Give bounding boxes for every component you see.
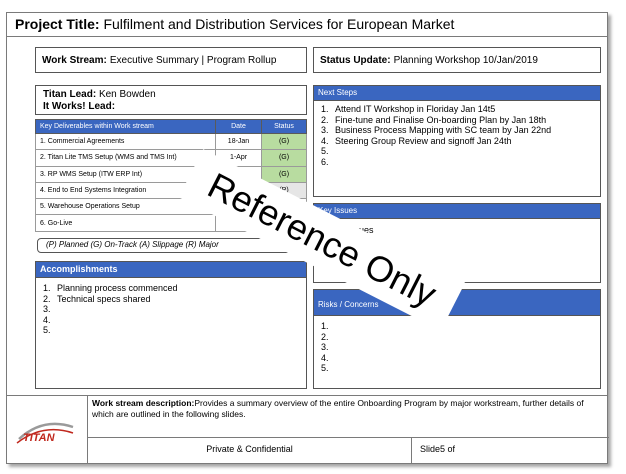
status-update-value: Planning Workshop 10/Jan/2019 — [393, 54, 538, 66]
status-badge: (G) — [261, 149, 307, 167]
project-title: Project Title: Fulfilment and Distributi… — [7, 13, 607, 37]
status-badge: (G) — [261, 165, 307, 183]
list-item: 1. — [321, 321, 329, 331]
accomplishments-list: 1. Planning process commenced 2. Technical… — [36, 278, 306, 339]
list-item: 5. — [43, 325, 51, 335]
table-header-row: Key Deliverables within Work stream Date… — [35, 119, 307, 134]
footer-bar: Private & Confidential Slide5 of — [87, 437, 609, 464]
key-issues-title: Key Issues — [314, 204, 600, 219]
list-item: 2. Technical specs shared — [43, 293, 151, 304]
titan-lead: Titan Lead: Ken Bowden — [43, 89, 156, 100]
work-stream-value: Executive Summary | Program Rollup — [109, 54, 277, 66]
next-steps-list: 1. Attend IT Workshop in Floriday Jan 14t… — [314, 101, 600, 170]
risks-list: 1. 2. 3. 4. 5. — [314, 316, 600, 377]
next-steps-title: Next Steps — [314, 86, 600, 101]
work-stream-description: Work stream description:Provides a summa… — [87, 395, 609, 437]
column-header-status: Status — [261, 119, 307, 134]
list-item: 6. — [321, 156, 329, 167]
column-header-date: Date — [215, 119, 262, 134]
table-row: 1. Commercial Agreements 18-Jan (G) — [35, 132, 307, 151]
next-steps-panel: Next Steps 1. Attend IT Workshop in Flori… — [313, 85, 601, 197]
leads-box: Titan Lead: Ken Bowden It Works! Lead: — [35, 85, 307, 115]
list-item: 5. — [321, 146, 329, 156]
risks-panel: Risks / Concerns 1. 2. 3. 4. 5. — [313, 289, 601, 389]
titan-logo: TITAN — [13, 409, 77, 453]
list-item: 3. — [321, 342, 329, 352]
list-item: 1. Planning process commenced — [43, 283, 178, 293]
table-row: 2. Titan Lite TMS Setup (WMS and TMS Int… — [35, 149, 307, 167]
list-item: 5. — [321, 363, 329, 373]
list-item: 2. Fine-tune and Finalise On-boarding Pla… — [321, 114, 547, 125]
list-item: 3. — [43, 304, 51, 314]
list-item: 3. Business Process Mapping with SC team … — [321, 125, 552, 135]
work-stream-box: Work Stream: Executive Summary | Program… — [35, 47, 307, 73]
status-update-box: Status Update: Planning Workshop 10/Jan/… — [313, 47, 601, 73]
status-badge: (G) — [261, 132, 307, 151]
list-item: 4. — [43, 314, 51, 325]
column-header-deliverables: Key Deliverables within Work stream — [35, 119, 216, 134]
list-item: 4. — [321, 352, 329, 363]
confidentiality-label: Private & Confidential — [88, 438, 412, 464]
list-item: 1. Attend IT Workshop in Floriday Jan 14t… — [321, 104, 496, 114]
titan-logo-icon: TITAN — [16, 422, 74, 444]
accomplishments-title: Accomplishments — [36, 262, 306, 278]
itworks-lead: It Works! Lead: — [43, 101, 116, 112]
table-row: 3. RP WMS Setup (ITW ERP Int) 1-Apr (G) — [35, 165, 307, 183]
slide-number: Slide5 of — [420, 444, 456, 454]
project-title-value: Fulfilment and Distribution Services for… — [103, 16, 455, 32]
list-item: 4. Steering Group Review and signoff Jan … — [321, 135, 512, 146]
list-item: 2. — [321, 331, 329, 342]
accomplishments-panel: Accomplishments 1. Planning process comme… — [35, 261, 307, 389]
svg-text:TITAN: TITAN — [23, 432, 56, 444]
